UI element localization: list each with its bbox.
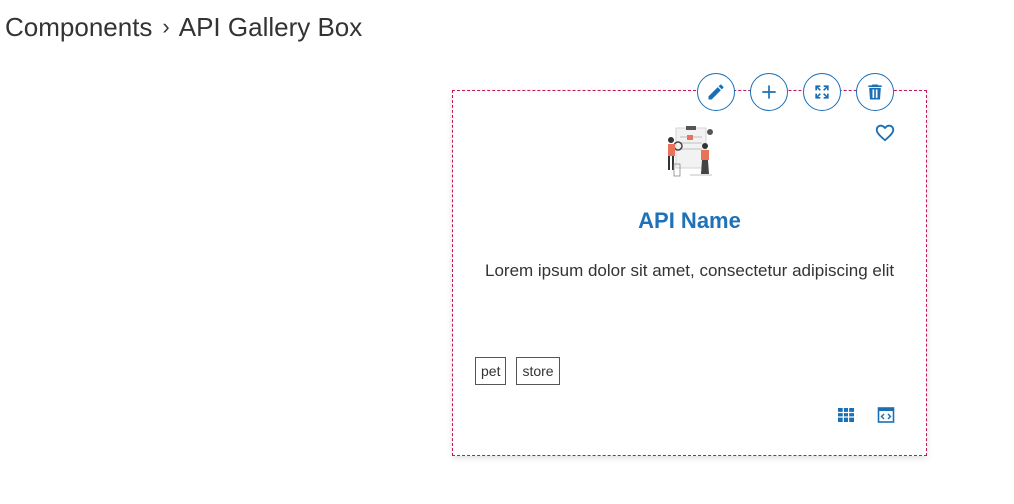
- breadcrumb: Components › API Gallery Box: [5, 12, 362, 43]
- fullscreen-button[interactable]: [803, 73, 841, 111]
- trash-icon: [868, 84, 882, 100]
- add-button[interactable]: [750, 73, 788, 111]
- table-view-button[interactable]: [837, 406, 855, 424]
- plus-icon: [762, 85, 776, 99]
- breadcrumb-parent[interactable]: Components: [5, 12, 152, 43]
- tag-store[interactable]: store: [516, 357, 560, 385]
- tag-pet[interactable]: pet: [475, 357, 507, 385]
- tag-list: pet store: [475, 357, 560, 385]
- table-icon: [838, 408, 854, 422]
- expand-icon: [815, 85, 829, 99]
- api-name-title[interactable]: API Name: [452, 208, 927, 234]
- heart-outline-icon: [875, 124, 895, 142]
- code-view-button[interactable]: [877, 406, 895, 424]
- breadcrumb-separator: ›: [162, 13, 170, 39]
- pencil-icon: [708, 84, 724, 100]
- favorite-button[interactable]: [874, 122, 896, 144]
- page: Components › API Gallery Box API Name Lo…: [0, 0, 1014, 504]
- edit-button[interactable]: [697, 73, 735, 111]
- delete-button[interactable]: [856, 73, 894, 111]
- code-icon: [877, 407, 895, 423]
- api-description: Lorem ipsum dolor sit amet, consectetur …: [485, 261, 895, 280]
- api-illustration: [668, 126, 713, 177]
- breadcrumb-current: API Gallery Box: [178, 12, 363, 42]
